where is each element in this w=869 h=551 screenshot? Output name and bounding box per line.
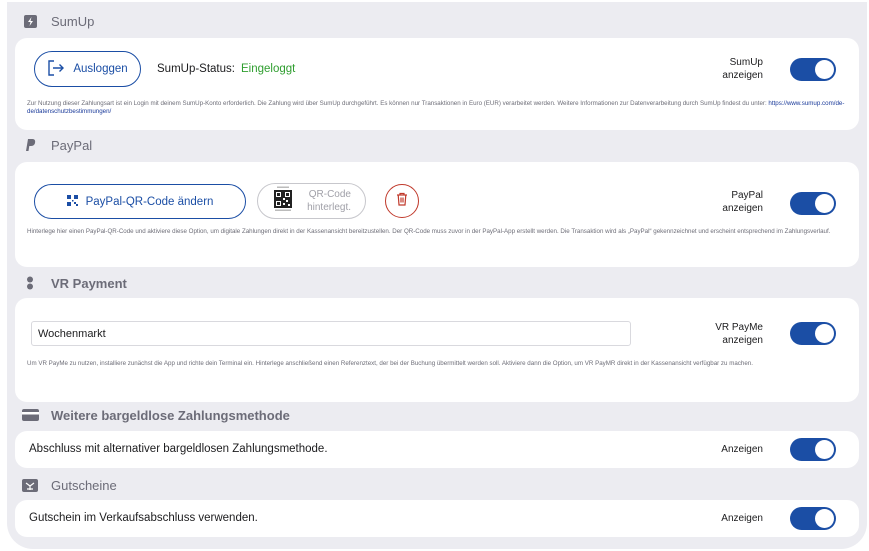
section-header-sumup: SumUp [21,9,94,33]
section-header-vr-payment: VR Payment [21,271,127,295]
vouchers-description: Gutschein im Verkaufsabschluss verwenden… [29,512,258,524]
qr-code-status-text: QR-Code hinterlegt. [301,188,351,214]
logout-label: Ausloggen [73,63,128,75]
paypal-toggle-label-line1: PayPal [731,190,763,201]
sumup-note-text: Zur Nutzung dieser Zahlungsart ist ein L… [27,100,769,107]
other-cashless-description: Abschluss mit alternativer bargeldlosen … [29,443,328,455]
vouchers-card: Gutschein im Verkaufsabschluss verwenden… [15,500,859,537]
change-paypal-qr-button[interactable]: PayPal-QR-Code ändern [34,184,246,219]
vr-payme-toggle-label-line2: anzeigen [722,335,763,346]
qr-status-line1: QR-Code [308,189,351,200]
sumup-status-label: SumUp-Status: [157,63,235,75]
qr-code-icon [66,194,78,209]
sumup-status: SumUp-Status: Eingeloggt [157,63,295,75]
paypal-toggle-label: PayPal anzeigen [683,189,763,215]
section-title: PayPal [51,137,93,153]
sumup-toggle-label-line2: anzeigen [722,70,763,81]
sumup-status-value: Eingeloggt [240,63,296,75]
settings-panel: SumUp Ausloggen SumUp-Status: Eingeloggt … [7,2,867,549]
vr-payme-reference-input[interactable] [31,321,631,346]
vr-payme-toggle-label-line1: VR PayMe [715,322,763,333]
qr-code-thumbnail [271,184,295,218]
trash-icon [396,192,408,211]
vr-payment-info-note: Um VR PayMe zu nutzen, installiere zunäc… [27,360,753,367]
vr-payment-icon [21,276,39,290]
section-title: Weitere bargeldlose Zahlungsmethode [51,407,290,423]
qr-status-line2: hinterlegt. [307,202,351,213]
vr-payme-show-toggle[interactable] [790,322,836,345]
voucher-icon [21,478,39,492]
qr-code-status: QR-Code hinterlegt. [257,183,366,219]
logout-button[interactable]: Ausloggen [34,51,141,87]
section-title: SumUp [51,13,95,29]
credit-card-icon [21,409,39,421]
change-paypal-qr-label: PayPal-QR-Code ändern [85,195,214,208]
section-header-paypal: PayPal [21,133,92,157]
paypal-card: PayPal-QR-Code ändern QR-Code hinterlegt… [15,162,859,267]
delete-qr-code-button[interactable] [385,184,419,218]
sumup-toggle-label-line1: SumUp [729,57,763,68]
section-header-vouchers: Gutscheine [21,473,117,497]
vouchers-show-toggle[interactable] [790,507,836,530]
other-cashless-show-toggle[interactable] [790,438,836,461]
sumup-icon [21,14,39,28]
sumup-show-toggle[interactable] [790,58,836,81]
section-title: VR Payment [51,275,127,291]
logout-icon [47,59,65,79]
section-header-other-cashless: Weitere bargeldlose Zahlungsmethode [21,403,290,427]
paypal-info-note: Hinterlege hier einen PayPal-QR-Code und… [27,228,831,235]
vr-payment-card: VR PayMe anzeigen Um VR PayMe zu nutzen,… [15,298,859,402]
paypal-toggle-label-line2: anzeigen [722,203,763,214]
sumup-toggle-label: SumUp anzeigen [683,56,763,82]
section-title: Gutscheine [51,477,117,493]
sumup-info-note: Zur Nutzung dieser Zahlungsart ist ein L… [27,100,847,116]
other-cashless-toggle-label: Anzeigen [721,444,763,455]
vr-payme-toggle-label: VR PayMe anzeigen [683,321,763,347]
paypal-show-toggle[interactable] [790,192,836,215]
sumup-card: Ausloggen SumUp-Status: Eingeloggt SumUp … [15,38,859,130]
paypal-icon [21,138,39,152]
other-cashless-card: Abschluss mit alternativer bargeldlosen … [15,431,859,468]
vouchers-toggle-label: Anzeigen [721,513,763,524]
